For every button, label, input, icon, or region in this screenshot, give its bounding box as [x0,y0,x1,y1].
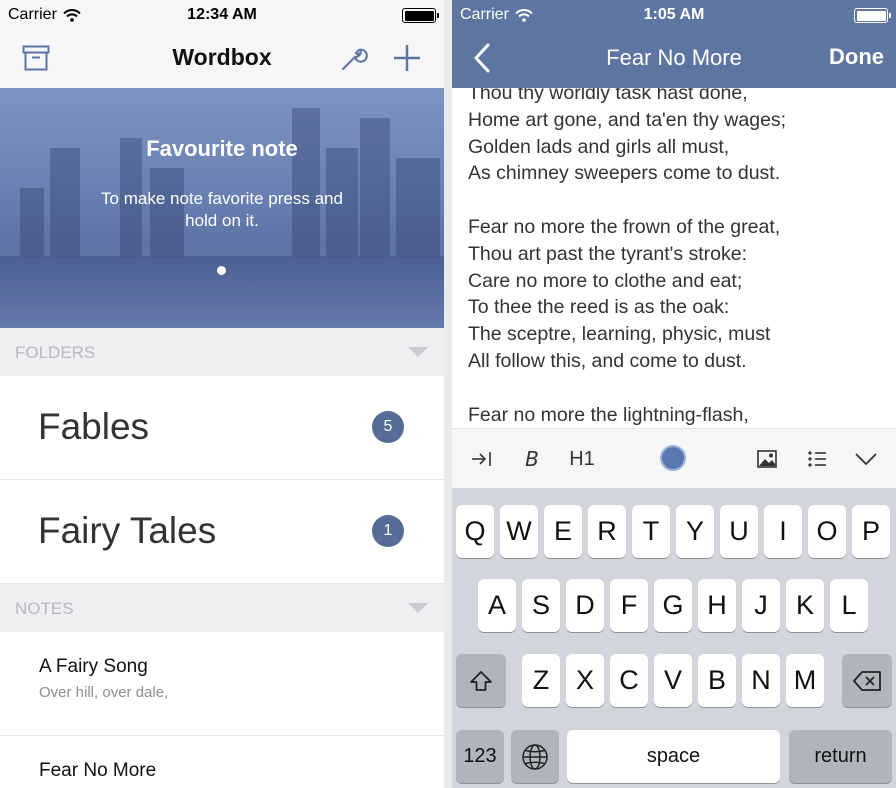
status-bar: Carrier 12:34 AM [0,0,444,30]
note-title: A Fairy Song [39,656,148,677]
page-indicator-dot[interactable] [217,266,226,275]
favourite-note-banner[interactable]: Favourite note To make note favorite pre… [0,88,444,328]
status-bar: Carrier 1:05 AM [452,0,896,30]
key-s[interactable]: S [522,579,560,632]
battery-icon [402,8,439,23]
key-j[interactable]: J [742,579,780,632]
notes-header[interactable]: NOTES [0,584,444,632]
plus-icon[interactable] [389,40,425,76]
keyboard: Q W E R T Y U I O P A S D F G H J K L Z … [452,488,896,788]
status-time: 12:34 AM [187,6,257,23]
text-line: The sceptre, learning, physic, must [468,323,771,346]
note-editor-screen: Carrier 1:05 AM Thou thy worldly task ha… [452,0,896,788]
key-t[interactable]: T [632,505,670,558]
text-line: Golden lads and girls all must, [468,135,730,158]
skyline-building [292,108,320,258]
format-toolbar: B H1 [452,428,896,488]
numbers-key[interactable]: 123 [456,730,504,783]
key-g[interactable]: G [654,579,692,632]
text-line: To thee the reed is as the oak: [468,296,730,319]
key-u[interactable]: U [720,505,758,558]
key-l[interactable]: L [830,579,868,632]
key-m[interactable]: M [786,654,824,707]
stanza-gap [468,187,886,214]
key-d[interactable]: D [566,579,604,632]
note-snippet: Over hill, over dale, [39,684,169,701]
folder-count-badge: 1 [372,515,404,547]
wrench-icon[interactable] [336,40,372,76]
folder-row[interactable]: Fairy Tales 1 [0,480,444,584]
list-icon[interactable] [804,443,830,475]
skyline-building [396,158,440,258]
key-o[interactable]: O [808,505,846,558]
app-title: Wordbox [172,44,272,70]
key-x[interactable]: X [566,654,604,707]
folders-header[interactable]: FOLDERS [0,328,444,376]
notes-list-screen: Carrier 12:34 AM Wordbox Favourite note … [0,0,444,788]
key-c[interactable]: C [610,654,648,707]
indent-icon[interactable] [468,443,496,475]
return-key[interactable]: return [789,730,892,783]
skyline-building [20,188,44,258]
image-icon[interactable] [754,443,780,475]
text-line: Care no more to clothe and eat; [468,269,743,292]
globe-icon[interactable] [511,730,559,783]
collapse-triangle-icon[interactable] [408,603,428,613]
folder-count-badge: 5 [372,411,404,443]
key-r[interactable]: R [588,505,626,558]
key-v[interactable]: V [654,654,692,707]
stanza-gap [468,375,886,402]
text-line: Home art gone, and ta'en thy wages; [468,108,787,131]
chevron-down-icon[interactable] [852,443,880,475]
key-b[interactable]: B [698,654,736,707]
text-line: All follow this, and come to dust. [468,349,747,372]
key-y[interactable]: Y [676,505,714,558]
text-line: Thou art past the tyrant's stroke: [468,242,748,265]
text-line: As chimney sweepers come to dust. [468,162,781,185]
note-row[interactable]: A Fairy Song Over hill, over dale, [0,632,444,736]
note-row[interactable]: Fear No More [0,736,444,788]
folder-name: Fables [38,406,150,447]
done-button[interactable]: Done [829,44,884,70]
banner-heading: Favourite note [146,136,298,161]
key-i[interactable]: I [764,505,802,558]
folder-row[interactable]: Fables 5 [0,376,444,480]
key-n[interactable]: N [742,654,780,707]
bold-button[interactable]: B [520,443,544,475]
battery-icon [854,8,891,23]
note-text-body[interactable]: Thou thy worldly task hast done, Home ar… [468,80,886,428]
heading-button[interactable]: H1 [566,443,598,475]
folders-header-label: FOLDERS [15,343,96,362]
key-w[interactable]: W [500,505,538,558]
text-line: Fear no more the lightning-flash, [468,403,749,426]
note-title: Fear No More [39,760,157,781]
shift-icon[interactable] [456,654,506,707]
nav-bar: Fear No More Done [452,30,896,88]
key-a[interactable]: A [478,579,516,632]
skyline-building [50,148,80,258]
text-line: Fear no more the frown of the great, [468,215,781,238]
space-key[interactable]: space [567,730,780,783]
key-h[interactable]: H [698,579,736,632]
collapse-triangle-icon[interactable] [408,347,428,357]
key-k[interactable]: K [786,579,824,632]
folder-name: Fairy Tales [38,510,217,551]
nav-bar: Wordbox [0,30,444,88]
key-p[interactable]: P [852,505,890,558]
backspace-icon[interactable] [842,654,892,707]
key-f[interactable]: F [610,579,648,632]
key-e[interactable]: E [544,505,582,558]
color-picker-button[interactable] [660,445,686,471]
status-time: 1:05 AM [643,6,705,23]
notes-header-label: NOTES [15,599,74,618]
banner-text: To make note favorite press and hold on … [101,189,343,230]
key-z[interactable]: Z [522,654,560,707]
key-q[interactable]: Q [456,505,494,558]
